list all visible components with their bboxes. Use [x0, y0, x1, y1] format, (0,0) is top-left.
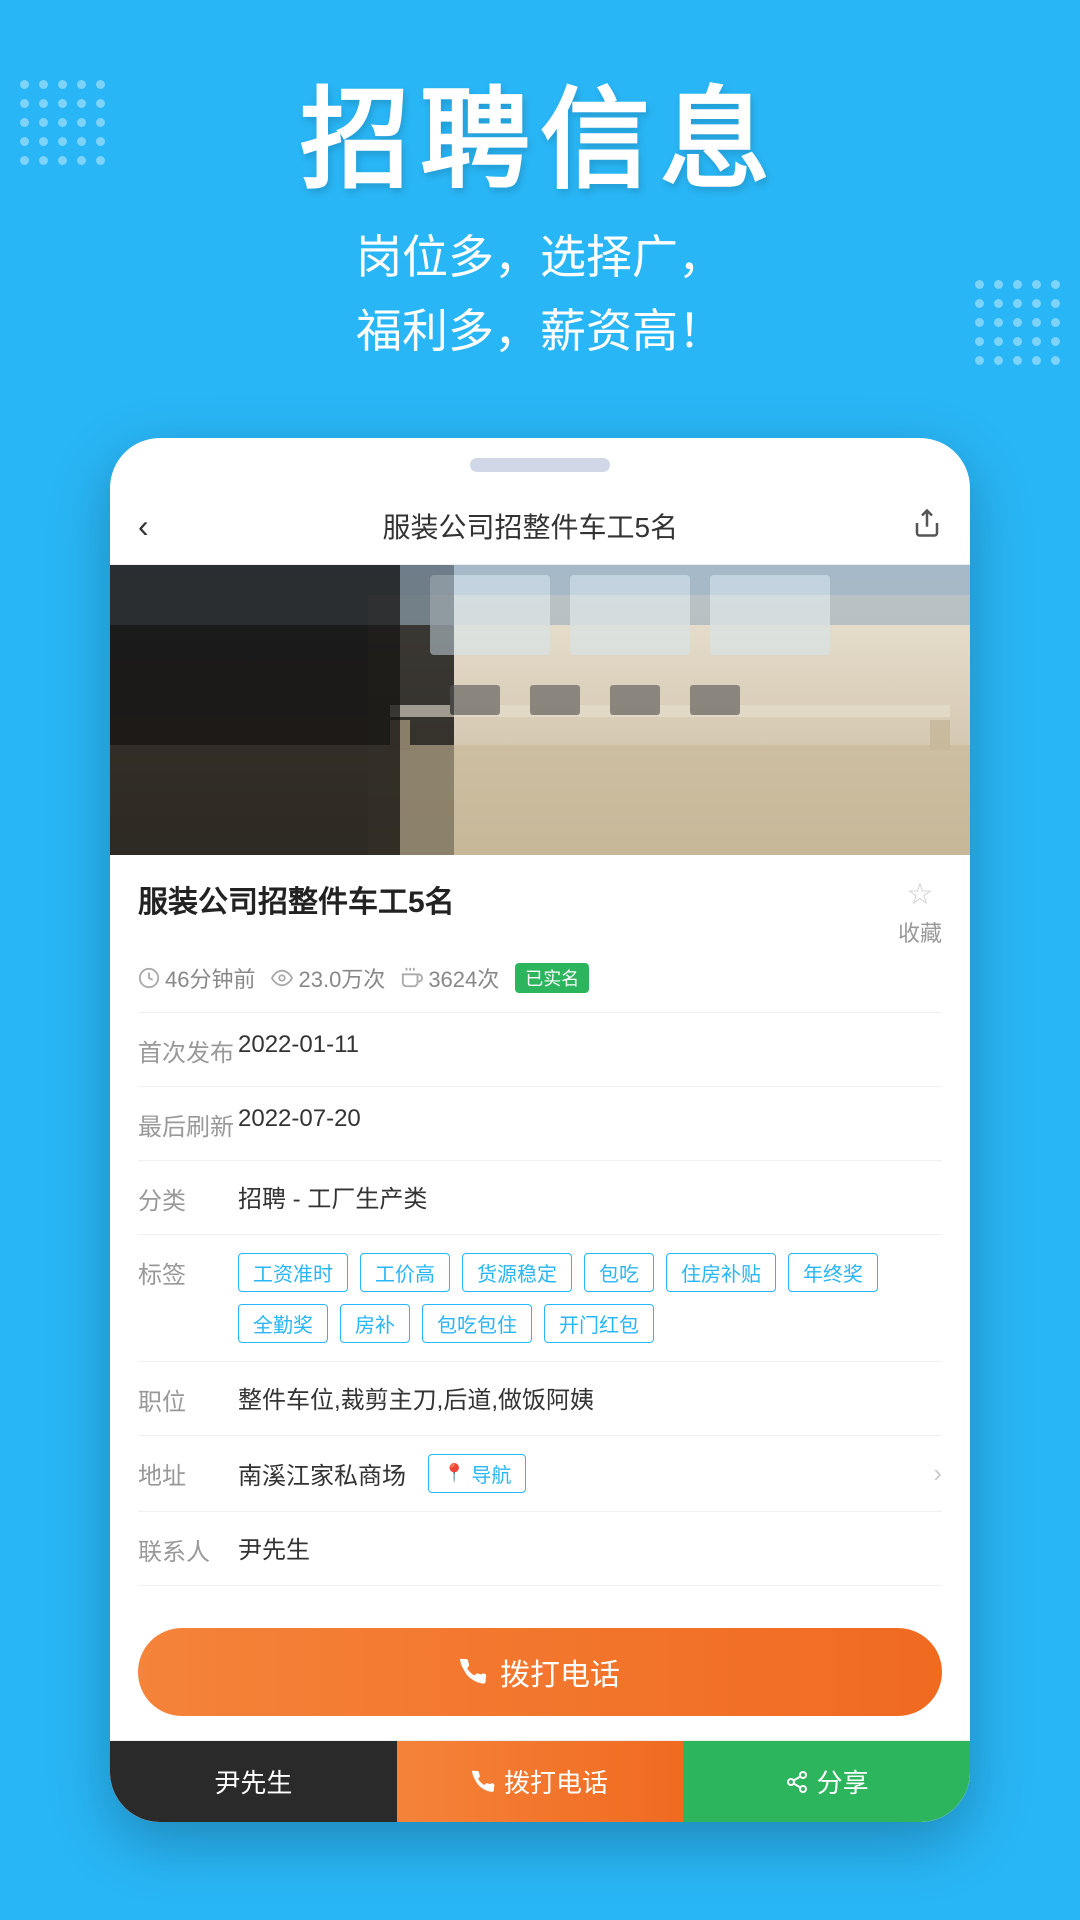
job-tag: 开门红包: [544, 1304, 654, 1343]
chevron-right-icon: ›: [933, 1458, 942, 1489]
address-row: 地址 南溪江家私商场 📍 导航 ›: [138, 1436, 942, 1512]
job-title-row: 服装公司招整件车工5名 ☆ 收藏: [138, 877, 942, 948]
category-value: 招聘 - 工厂生产类: [238, 1179, 942, 1214]
info-table: 首次发布 2022-01-11 最后刷新 2022-07-20 分类 招聘 - …: [138, 1012, 942, 1586]
app-screen: ‹ 服装公司招整件车工5名: [110, 488, 970, 1822]
job-tag: 包吃包住: [422, 1304, 532, 1343]
first-publish-label: 首次发布: [138, 1031, 238, 1068]
job-image: [110, 565, 970, 855]
location-icon: 📍: [443, 1463, 465, 1484]
phone-notch: [470, 458, 610, 472]
last-refresh-row: 最后刷新 2022-07-20: [138, 1087, 942, 1161]
job-title: 服装公司招整件车工5名: [138, 877, 455, 921]
time-ago: 46分钟前: [165, 962, 255, 994]
bottom-call-label: 拨打电话: [504, 1763, 608, 1800]
star-icon: ☆: [907, 877, 934, 912]
category-row: 分类 招聘 - 工厂生产类: [138, 1161, 942, 1235]
last-refresh-label: 最后刷新: [138, 1105, 238, 1142]
contact-name: 尹先生: [214, 1763, 292, 1800]
header-section: 招聘信息 岗位多，选择广， 福利多，薪资高！: [0, 0, 1080, 408]
bottom-bar: 尹先生 拨打电话 分享: [110, 1740, 970, 1822]
call-button-label: 拨打电话: [500, 1650, 620, 1694]
bookmark-label: 收藏: [898, 916, 942, 948]
navigate-button[interactable]: 📍 导航: [428, 1454, 526, 1493]
back-button[interactable]: ‹: [138, 508, 149, 545]
tags-row: 标签 工资准时工价高货源稳定包吃住房补贴年终奖全勤奖房补包吃包住开门红包: [138, 1235, 942, 1362]
job-meta: 46分钟前 23.0万次 3624次 已实名: [138, 962, 942, 994]
job-tag: 货源稳定: [462, 1253, 572, 1292]
tags-label: 标签: [138, 1253, 238, 1290]
bottom-call-button[interactable]: 拨打电话: [397, 1741, 684, 1822]
job-tag: 工价高: [360, 1253, 450, 1292]
job-tag: 年终奖: [788, 1253, 878, 1292]
category-label: 分类: [138, 1179, 238, 1216]
positions-label: 职位: [138, 1380, 238, 1417]
call-button[interactable]: 拨打电话: [138, 1628, 942, 1716]
share-button[interactable]: 分享: [683, 1741, 970, 1822]
phone-container: ‹ 服装公司招整件车工5名: [0, 408, 1080, 1822]
address-value-row: 南溪江家私商场 📍 导航 ›: [238, 1454, 942, 1493]
bookmark-button[interactable]: ☆ 收藏: [898, 877, 942, 948]
content-area: 服装公司招整件车工5名 ☆ 收藏 46分钟前 23.0万次: [110, 855, 970, 1608]
contact-row: 联系人 尹先生: [138, 1512, 942, 1586]
job-tag: 住房补贴: [666, 1253, 776, 1292]
positions-value: 整件车位,裁剪主刀,后道,做饭阿姨: [238, 1380, 942, 1415]
page-main-title: 招聘信息: [40, 80, 1040, 201]
navigation-bar: ‹ 服装公司招整件车工5名: [110, 488, 970, 565]
subtitle-line1: 岗位多，选择广，: [356, 231, 724, 283]
first-publish-value: 2022-01-11: [238, 1031, 942, 1059]
time-meta: 46分钟前: [138, 962, 255, 994]
last-refresh-value: 2022-07-20: [238, 1105, 942, 1133]
job-tag: 全勤奖: [238, 1304, 328, 1343]
call-button-container: 拨打电话: [110, 1608, 970, 1740]
view-count: 23.0万次: [298, 962, 385, 994]
contact-value: 尹先生: [238, 1530, 942, 1565]
views-meta: 23.0万次: [271, 962, 385, 994]
share-label: 分享: [817, 1763, 869, 1800]
contact-button[interactable]: 尹先生: [110, 1741, 397, 1822]
positions-row: 职位 整件车位,裁剪主刀,后道,做饭阿姨: [138, 1362, 942, 1436]
job-tag: 包吃: [584, 1253, 654, 1292]
address-label: 地址: [138, 1454, 238, 1491]
nav-title: 服装公司招整件车工5名: [383, 506, 679, 546]
applications-meta: 3624次: [401, 962, 499, 994]
nav-label: 导航: [471, 1459, 511, 1488]
application-count: 3624次: [428, 962, 499, 994]
verified-badge: 已实名: [515, 963, 589, 993]
first-publish-row: 首次发布 2022-01-11: [138, 1013, 942, 1087]
tags-container: 工资准时工价高货源稳定包吃住房补贴年终奖全勤奖房补包吃包住开门红包: [238, 1253, 942, 1343]
job-tag: 房补: [340, 1304, 410, 1343]
page-subtitle: 岗位多，选择广， 福利多，薪资高！: [40, 221, 1040, 368]
subtitle-line2: 福利多，薪资高！: [356, 305, 724, 357]
job-tag: 工资准时: [238, 1253, 348, 1292]
phone-mockup: ‹ 服装公司招整件车工5名: [110, 438, 970, 1822]
contact-label: 联系人: [138, 1530, 238, 1567]
share-icon[interactable]: [912, 508, 942, 545]
address-text: 南溪江家私商场: [238, 1456, 406, 1491]
